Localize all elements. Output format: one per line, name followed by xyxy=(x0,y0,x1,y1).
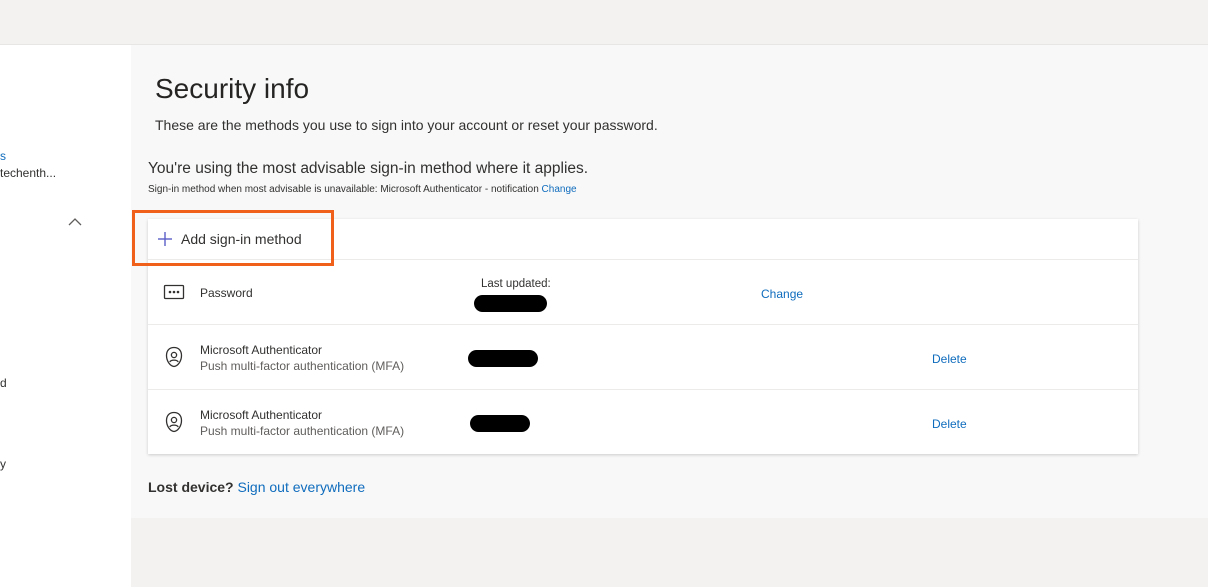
left-navigation: s techenth... d y xyxy=(0,45,131,587)
page-subtitle: These are the methods you use to sign in… xyxy=(155,117,658,133)
method-name: Microsoft Authenticator xyxy=(200,408,323,422)
add-sign-in-method-button[interactable]: Add sign-in method xyxy=(157,231,302,247)
authenticator-icon xyxy=(165,346,183,368)
method-row-authenticator-2: Microsoft Authenticator Push multi-facto… xyxy=(148,390,1138,455)
top-bar xyxy=(0,0,1208,45)
change-default-method-link[interactable]: Change xyxy=(542,184,577,195)
password-icon xyxy=(163,284,185,300)
nav-fragment-link[interactable]: s xyxy=(0,149,6,163)
method-name: Password xyxy=(200,286,253,300)
lost-device-question: Lost device? xyxy=(148,479,234,495)
sign-out-everywhere-link[interactable]: Sign out everywhere xyxy=(237,479,365,495)
redacted-date xyxy=(474,295,547,312)
redacted-device xyxy=(470,415,530,432)
advisable-detail: Sign-in method when most advisable is un… xyxy=(148,184,577,195)
main-content: Security info These are the methods you … xyxy=(131,45,1208,518)
nav-item-fragment-y[interactable]: y xyxy=(0,457,6,471)
plus-icon xyxy=(158,232,172,246)
add-method-row: Add sign-in method xyxy=(148,219,1138,260)
method-row-authenticator-1: Microsoft Authenticator Push multi-facto… xyxy=(148,325,1138,390)
method-name: Microsoft Authenticator xyxy=(200,343,323,357)
lost-device-line: Lost device? Sign out everywhere xyxy=(148,479,365,495)
method-row-password: Password Last updated: Change xyxy=(148,260,1138,325)
method-description: Push multi-factor authentication (MFA) xyxy=(200,359,405,373)
change-password-link[interactable]: Change xyxy=(761,287,803,301)
delete-method-button[interactable]: Delete xyxy=(932,417,967,431)
authenticator-icon xyxy=(165,411,183,433)
last-updated-label: Last updated: xyxy=(481,278,551,290)
delete-method-button[interactable]: Delete xyxy=(932,352,967,366)
advisable-detail-text: Sign-in method when most advisable is un… xyxy=(148,184,539,195)
methods-card: Add sign-in method Password Last updated… xyxy=(148,219,1138,454)
chevron-up-icon[interactable] xyxy=(68,217,82,227)
nav-item-fragment-d[interactable]: d xyxy=(0,376,7,390)
add-sign-in-method-label: Add sign-in method xyxy=(181,231,302,247)
advisable-heading: You're using the most advisable sign-in … xyxy=(148,160,589,177)
method-description: Push multi-factor authentication (MFA) xyxy=(200,424,405,438)
nav-account-name: techenth... xyxy=(0,166,57,180)
redacted-device xyxy=(468,350,538,367)
page-title: Security info xyxy=(155,73,310,104)
